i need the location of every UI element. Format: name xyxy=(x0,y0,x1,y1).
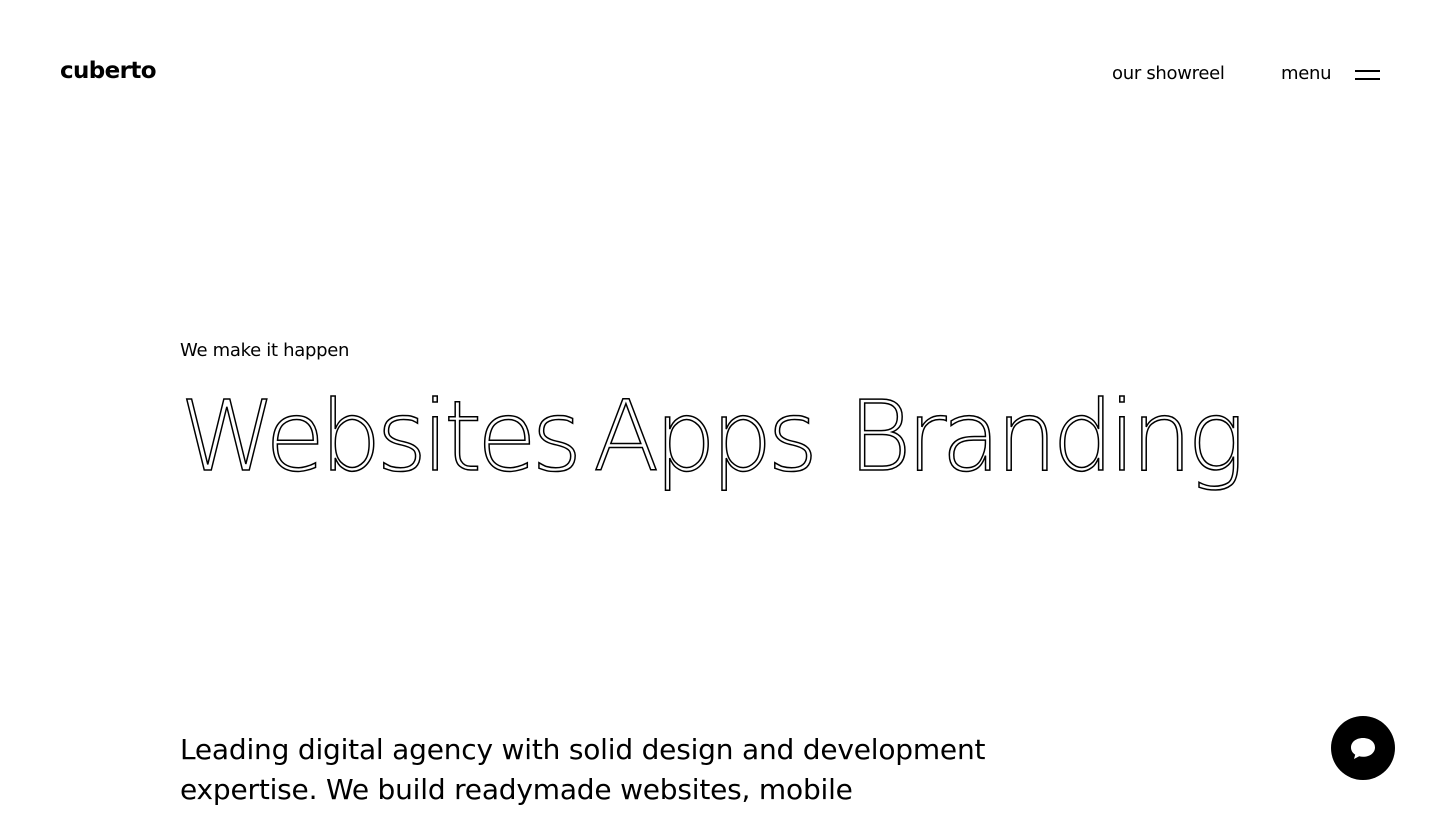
menu-label: menu xyxy=(1281,63,1332,84)
hero-eyebrow: We make it happen xyxy=(180,340,350,361)
page: cuberto our showreel menu We make it hap… xyxy=(0,0,1440,820)
intro-text: Leading digital agency with solid design… xyxy=(180,733,986,806)
logo[interactable]: cuberto xyxy=(60,56,157,86)
menu-button[interactable]: menu xyxy=(1281,62,1381,88)
chat-bubble-icon xyxy=(1351,738,1375,759)
service-apps: Apps xyxy=(593,380,813,493)
service-websites: Websites xyxy=(180,380,577,493)
services-headline: Websites Apps Branding xyxy=(176,372,1276,502)
chat-button[interactable] xyxy=(1331,716,1395,780)
service-branding: Branding xyxy=(848,380,1241,493)
showreel-link[interactable]: our showreel xyxy=(1112,62,1225,86)
hamburger-icon xyxy=(1355,70,1380,80)
